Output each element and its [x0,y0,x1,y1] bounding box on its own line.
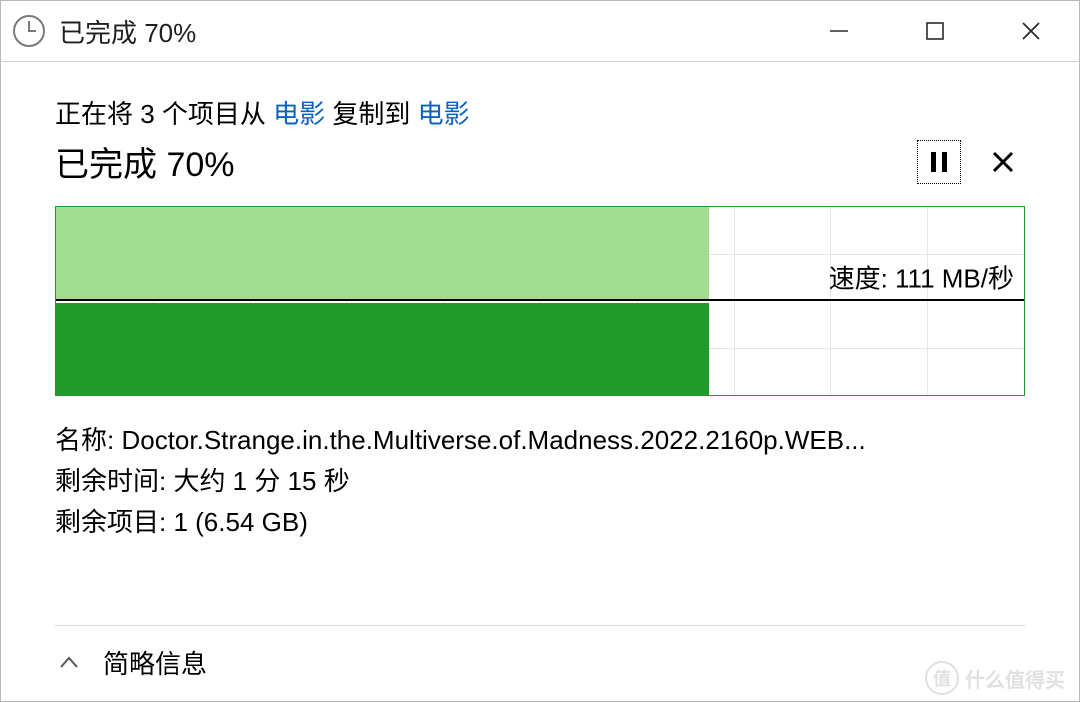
progress-status: 已完成 70% [55,137,897,186]
detail-time-remaining: 剩余时间: 大约 1 分 15 秒 [55,461,1025,498]
source-folder-link[interactable]: 电影 [273,99,325,129]
chart-progress-fill [56,303,709,395]
copy-summary: 正在将 3 个项目从 电影 复制到 电影 [55,94,1025,131]
cancel-button[interactable] [981,140,1025,184]
minimize-button[interactable] [791,1,887,61]
clock-icon [13,15,45,47]
window-controls [791,1,1079,61]
detail-name: 名称: Doctor.Strange.in.the.Multiverse.of.… [55,420,1025,457]
brief-info-label[interactable]: 简略信息 [103,644,207,681]
detail-items-label: 剩余项目: [55,507,173,537]
detail-items-value: 1 (6.54 GB) [173,507,307,537]
chart-midline [56,299,1024,301]
pause-button[interactable] [917,140,961,184]
detail-time-value: 大约 1 分 15 秒 [173,466,349,496]
throughput-chart: 速度: 111 MB/秒 [55,206,1025,396]
pause-icon [929,150,949,174]
copy-summary-prefix: 正在将 3 个项目从 [55,99,273,129]
chevron-up-icon [58,652,80,674]
dest-folder-link[interactable]: 电影 [418,99,470,129]
detail-name-label: 名称: [55,425,121,455]
detail-time-label: 剩余时间: [55,466,173,496]
chart-upper-area [56,207,709,299]
maximize-button[interactable] [887,1,983,61]
detail-items-remaining: 剩余项目: 1 (6.54 GB) [55,502,1025,539]
footer: 简略信息 [55,625,1025,681]
titlebar: 已完成 70% [0,0,1080,62]
collapse-details-button[interactable] [55,649,83,677]
close-icon [989,148,1017,176]
dialog-body: 正在将 3 个项目从 电影 复制到 电影 已完成 70% 速度: 111 MB/… [0,62,1080,702]
status-row: 已完成 70% [55,137,1025,186]
window-title: 已完成 70% [59,13,791,50]
detail-name-value: Doctor.Strange.in.the.Multiverse.of.Madn… [121,425,865,455]
close-button[interactable] [983,1,1079,61]
copy-summary-mid: 复制到 [325,99,417,129]
speed-label: 速度: 111 MB/秒 [829,258,1014,295]
